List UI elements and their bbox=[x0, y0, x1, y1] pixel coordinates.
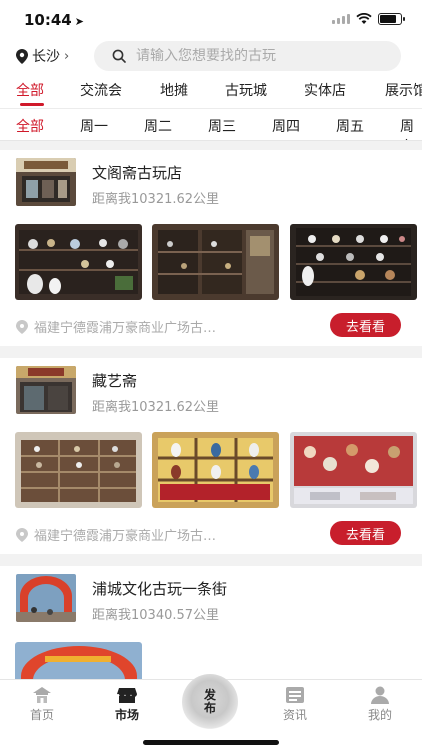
location-label: 长沙 bbox=[32, 49, 60, 65]
location-pin-icon bbox=[16, 48, 28, 64]
cellular-signal-icon bbox=[332, 14, 350, 24]
store-name[interactable]: 藏艺斋 bbox=[92, 370, 137, 391]
user-profile-icon bbox=[371, 686, 389, 704]
store-thumbnail bbox=[16, 574, 76, 622]
location-pin-icon bbox=[16, 527, 28, 542]
go-see-button[interactable]: 去看看 bbox=[330, 521, 401, 545]
location-pin-icon bbox=[16, 319, 28, 334]
store-photo[interactable] bbox=[290, 432, 417, 508]
store-card[interactable]: 浦城文化古玩一条街 距离我10340.57公里 bbox=[0, 566, 422, 679]
tabbar-market[interactable]: 市场 bbox=[97, 686, 157, 723]
day-tab-all[interactable]: 全部 bbox=[16, 116, 44, 136]
search-row: 长沙 › bbox=[0, 40, 422, 72]
status-bar: 10:44 ➤ bbox=[0, 0, 422, 40]
market-stall-icon bbox=[117, 688, 137, 703]
store-photo[interactable] bbox=[15, 224, 142, 300]
battery-icon bbox=[378, 13, 405, 25]
active-tab-indicator bbox=[20, 103, 44, 106]
store-thumbnail bbox=[16, 158, 76, 206]
day-tab-monday[interactable]: 周一 bbox=[80, 116, 108, 136]
home-indicator bbox=[143, 740, 279, 745]
tabbar-news[interactable]: 资讯 bbox=[265, 686, 325, 723]
store-photo[interactable] bbox=[290, 224, 417, 300]
store-address: 福建宁德霞浦万豪商业广场古… bbox=[16, 317, 216, 336]
store-distance: 距离我10321.62公里 bbox=[92, 192, 220, 207]
store-card[interactable]: 藏艺斋 距离我10321.62公里 福建宁德霞浦万豪商业广场古… 去看看 bbox=[0, 358, 422, 554]
search-input[interactable] bbox=[136, 48, 386, 64]
chevron-right-icon: › bbox=[64, 48, 70, 64]
go-see-button[interactable]: 去看看 bbox=[330, 313, 401, 337]
store-photo[interactable] bbox=[152, 432, 279, 508]
store-distance: 距离我10340.57公里 bbox=[92, 608, 220, 623]
tab-exhibition-hall[interactable]: 展示馆 bbox=[385, 80, 422, 100]
tab-physical-store[interactable]: 实体店 bbox=[304, 80, 346, 100]
tabbar-home[interactable]: 首页 bbox=[12, 686, 72, 723]
publish-label: 发布 bbox=[203, 688, 216, 715]
store-photo[interactable] bbox=[152, 224, 279, 300]
tabbar-news-label: 资讯 bbox=[282, 708, 307, 722]
tab-all[interactable]: 全部 bbox=[16, 80, 44, 100]
store-card[interactable]: 文阁斋古玩店 距离我10321.62公里 福建宁德霞浦万豪商业广场古… 去看看 bbox=[0, 150, 422, 346]
status-icons bbox=[332, 13, 405, 25]
store-name[interactable]: 浦城文化古玩一条街 bbox=[92, 578, 227, 599]
store-photo[interactable] bbox=[15, 642, 142, 679]
tabbar-home-label: 首页 bbox=[29, 708, 54, 722]
day-tab-tuesday[interactable]: 周二 bbox=[144, 116, 172, 136]
tabbar-mine-label: 我的 bbox=[367, 708, 392, 722]
day-tab-wednesday[interactable]: 周三 bbox=[208, 116, 236, 136]
home-pagoda-icon bbox=[33, 687, 51, 703]
search-icon bbox=[112, 49, 126, 63]
news-icon bbox=[286, 687, 304, 703]
category-tabs: 全部 交流会 地摊 古玩城 实体店 展示馆 bbox=[0, 72, 422, 108]
wifi-icon bbox=[356, 13, 372, 24]
tabbar-mine[interactable]: 我的 bbox=[350, 686, 410, 723]
tabbar-market-label: 市场 bbox=[114, 708, 139, 722]
day-tab-thursday[interactable]: 周四 bbox=[272, 116, 300, 136]
tab-antique-city[interactable]: 古玩城 bbox=[225, 80, 267, 100]
tab-exchange-meeting[interactable]: 交流会 bbox=[80, 80, 122, 100]
store-photo[interactable] bbox=[15, 432, 142, 508]
day-tabs: 全部 周一 周二 周三 周四 周五 周六 bbox=[0, 108, 422, 141]
location-selector[interactable]: 长沙 › bbox=[16, 46, 69, 66]
store-name[interactable]: 文阁斋古玩店 bbox=[92, 162, 182, 183]
store-address-text: 福建宁德霞浦万豪商业广场古… bbox=[34, 529, 217, 544]
search-box[interactable] bbox=[94, 41, 401, 71]
store-distance: 距离我10321.62公里 bbox=[92, 400, 220, 415]
day-tab-saturday[interactable]: 周六 bbox=[400, 116, 422, 140]
store-thumbnail bbox=[16, 366, 76, 414]
publish-button[interactable]: 发布 bbox=[182, 674, 238, 730]
day-tab-friday[interactable]: 周五 bbox=[336, 116, 364, 136]
store-address-text: 福建宁德霞浦万豪商业广场古… bbox=[34, 321, 217, 336]
status-time: 10:44 ➤ bbox=[24, 11, 84, 29]
tab-street-stall[interactable]: 地摊 bbox=[160, 80, 188, 100]
store-address: 福建宁德霞浦万豪商业广场古… bbox=[16, 525, 216, 544]
